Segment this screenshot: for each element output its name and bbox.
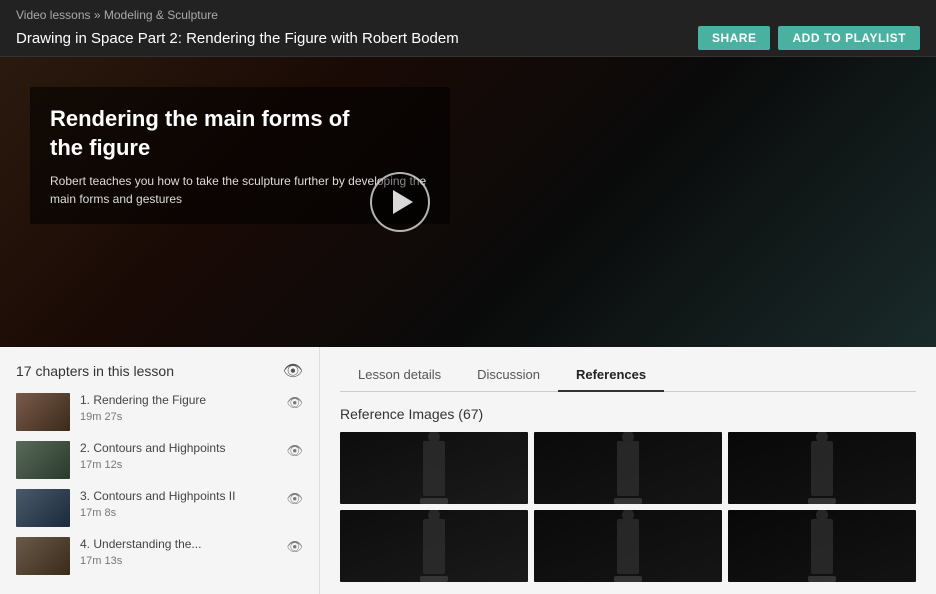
breadcrumb-category: Modeling & Sculpture [104, 8, 218, 22]
main-content: Lesson details Discussion References Ref… [320, 347, 936, 594]
chapter-info: 4. Understanding the... 17m 13s [80, 537, 276, 567]
references-heading: Reference Images (67) [340, 406, 916, 422]
chapter-duration: 17m 8s [80, 507, 276, 519]
tabs: Lesson details Discussion References [340, 361, 916, 392]
video-container: Rendering the main forms of the figure R… [0, 57, 936, 347]
reference-images-grid [340, 432, 916, 582]
chapter-name[interactable]: 2. Contours and Highpoints [80, 441, 276, 457]
reference-image[interactable] [340, 432, 528, 504]
chapter-name[interactable]: 4. Understanding the... [80, 537, 276, 553]
chapter-duration: 19m 27s [80, 411, 276, 423]
header-row: Drawing in Space Part 2: Rendering the F… [16, 26, 920, 50]
figure-silhouette-icon [617, 519, 639, 574]
play-button[interactable] [370, 172, 430, 232]
list-item: 1. Rendering the Figure 19m 27s 👁 [16, 393, 303, 431]
chapter-duration: 17m 13s [80, 555, 276, 567]
share-button[interactable]: SHARE [698, 26, 771, 50]
reference-image[interactable] [534, 510, 722, 582]
chapter-name[interactable]: 1. Rendering the Figure [80, 393, 276, 409]
reference-image[interactable] [534, 432, 722, 504]
tab-lesson-details[interactable]: Lesson details [340, 361, 459, 392]
reference-image[interactable] [728, 510, 916, 582]
chapter-info: 2. Contours and Highpoints 17m 12s [80, 441, 276, 471]
chapter-thumbnail [16, 489, 70, 527]
list-item: 4. Understanding the... 17m 13s 👁 [16, 537, 303, 575]
header-buttons: SHARE ADD TO PLAYLIST [698, 26, 920, 50]
visibility-toggle-icon[interactable]: 👁 [283, 361, 303, 381]
tab-discussion[interactable]: Discussion [459, 361, 558, 392]
chapter-eye-icon[interactable]: 👁 [286, 491, 303, 507]
reference-image[interactable] [728, 432, 916, 504]
figure-silhouette-icon [423, 519, 445, 574]
chapter-duration: 17m 12s [80, 459, 276, 471]
page-title: Drawing in Space Part 2: Rendering the F… [16, 30, 459, 47]
list-item: 3. Contours and Highpoints II 17m 8s 👁 [16, 489, 303, 527]
chapter-name[interactable]: 3. Contours and Highpoints II [80, 489, 276, 505]
figure-silhouette-icon [811, 519, 833, 574]
bottom-section: 17 chapters in this lesson 👁 1. Renderin… [0, 347, 936, 594]
figure-silhouette-icon [423, 441, 445, 496]
tab-references[interactable]: References [558, 361, 664, 392]
chapter-info: 1. Rendering the Figure 19m 27s [80, 393, 276, 423]
chapter-eye-icon[interactable]: 👁 [286, 443, 303, 459]
sidebar-title: 17 chapters in this lesson [16, 363, 174, 379]
figure-silhouette-icon [617, 441, 639, 496]
figure-silhouette-icon [811, 441, 833, 496]
chapter-eye-icon[interactable]: 👁 [286, 395, 303, 411]
breadcrumb: Video lessons » Modeling & Sculpture [16, 8, 920, 22]
chapter-thumbnail [16, 537, 70, 575]
breadcrumb-video-lessons[interactable]: Video lessons [16, 8, 91, 22]
header: Video lessons » Modeling & Sculpture Dra… [0, 0, 936, 57]
reference-image[interactable] [340, 510, 528, 582]
sidebar: 17 chapters in this lesson 👁 1. Renderin… [0, 347, 320, 594]
chapter-eye-icon[interactable]: 👁 [286, 539, 303, 555]
sidebar-header: 17 chapters in this lesson 👁 [16, 361, 303, 381]
list-item: 2. Contours and Highpoints 17m 12s 👁 [16, 441, 303, 479]
video-title: Rendering the main forms of the figure [50, 105, 430, 162]
chapter-thumbnail [16, 393, 70, 431]
play-button-wrapper[interactable] [370, 172, 430, 232]
chapter-thumbnail [16, 441, 70, 479]
chapter-info: 3. Contours and Highpoints II 17m 8s [80, 489, 276, 519]
breadcrumb-sep: » [94, 8, 104, 22]
add-to-playlist-button[interactable]: ADD TO PLAYLIST [778, 26, 920, 50]
